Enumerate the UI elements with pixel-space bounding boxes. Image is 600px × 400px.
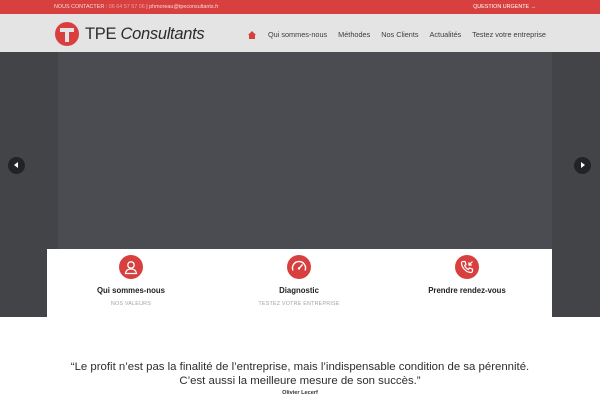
- logo-suffix: Consultants: [120, 24, 205, 43]
- slider-next-button[interactable]: [574, 157, 591, 174]
- phone-link[interactable]: 06 64 57 57 06: [109, 4, 145, 10]
- logo-t-icon: [55, 22, 79, 46]
- top-contact-bar: NOUS CONTACTER : 06 64 57 57 06 | phmore…: [0, 0, 600, 14]
- quote-line-1: “Le profit n’est pas la finalité de l’en…: [70, 361, 530, 373]
- contact-info: NOUS CONTACTER : 06 64 57 57 06 | phmore…: [54, 4, 218, 10]
- quote-author: Olivier Lecerf: [282, 390, 318, 396]
- service-subtitle[interactable]: TESTEZ VOTRE ENTREPRISE: [215, 301, 383, 307]
- phone-icon: [455, 255, 479, 279]
- logo-brand: TPE: [85, 24, 117, 43]
- site-logo[interactable]: TPE Consultants: [55, 21, 205, 47]
- nav-item-qui-sommes-nous[interactable]: Qui sommes-nous: [268, 30, 327, 39]
- service-title: Prendre rendez-vous: [428, 286, 506, 295]
- service-title: Qui sommes-nous: [96, 286, 166, 295]
- service-card-qui-sommes-nous[interactable]: Qui sommes-nous NOS VALEURS: [47, 249, 215, 317]
- urgent-question-link[interactable]: QUESTION URGENTE →: [473, 4, 536, 10]
- contact-label: NOUS CONTACTER :: [54, 4, 108, 10]
- email-link[interactable]: phmoreau@tpeconsultants.fr: [149, 4, 218, 10]
- quote-line-2: C’est aussi la meilleure mesure de son s…: [179, 375, 421, 387]
- chevron-right-icon: [581, 162, 585, 168]
- main-nav: Qui sommes-nous Méthodes Nos Clients Act…: [247, 30, 546, 39]
- nav-item-methodes[interactable]: Méthodes: [338, 30, 370, 39]
- page: NOUS CONTACTER : 06 64 57 57 06 | phmore…: [0, 0, 600, 400]
- nav-item-nos-clients[interactable]: Nos Clients: [381, 30, 418, 39]
- logo-text: TPE Consultants: [85, 24, 205, 44]
- service-card-prendre-rendez-vous[interactable]: Prendre rendez-vous: [383, 249, 551, 317]
- service-title: Diagnostic: [279, 286, 319, 295]
- chevron-left-icon: [14, 162, 18, 168]
- service-card-diagnostic[interactable]: Diagnostic TESTEZ VOTRE ENTREPRISE: [215, 249, 383, 317]
- service-subtitle[interactable]: NOS VALEURS: [47, 301, 215, 307]
- nav-item-actualites[interactable]: Actualités: [430, 30, 462, 39]
- home-icon[interactable]: [247, 30, 257, 39]
- site-header: TPE Consultants Qui sommes-nous Méthodes…: [0, 14, 600, 52]
- service-cards: Qui sommes-nous NOS VALEURS Diagnostic T…: [47, 249, 552, 317]
- user-icon: [119, 255, 143, 279]
- nav-item-testez-votre-entreprise[interactable]: Testez votre entreprise: [472, 30, 546, 39]
- gauge-icon: [287, 255, 311, 279]
- slider-prev-button[interactable]: [8, 157, 25, 174]
- quote-text: “Le profit n’est pas la finalité de l’en…: [0, 360, 600, 388]
